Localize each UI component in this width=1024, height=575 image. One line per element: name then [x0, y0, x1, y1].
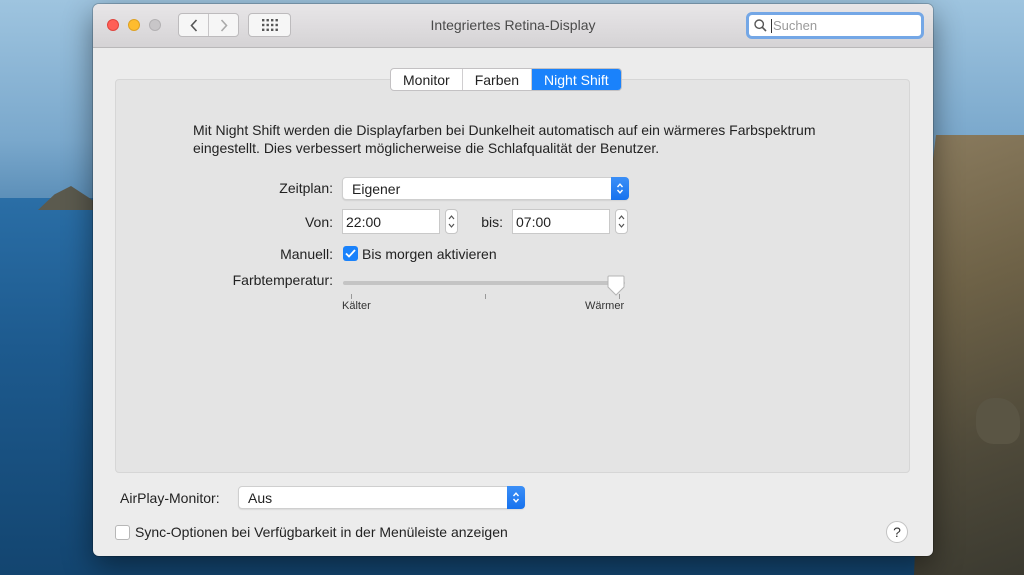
- search-icon: [754, 19, 767, 32]
- checkmark-icon: [345, 249, 356, 258]
- temperature-label: Farbtemperatur:: [232, 272, 333, 288]
- tab-night-shift[interactable]: Night Shift: [531, 69, 621, 90]
- popup-arrows-icon: [507, 486, 525, 509]
- preferences-window: Integriertes Retina-Display Suchen Monit…: [93, 4, 933, 556]
- airplay-label: AirPlay-Monitor:: [120, 490, 220, 506]
- schedule-value: Eigener: [352, 180, 401, 197]
- back-button[interactable]: [179, 14, 208, 36]
- tab-farben[interactable]: Farben: [461, 69, 531, 90]
- from-time-field[interactable]: 22:00: [342, 209, 440, 234]
- close-button[interactable]: [107, 19, 119, 31]
- cooler-label: Kälter: [342, 300, 371, 312]
- zoom-button[interactable]: [149, 19, 161, 31]
- airplay-popup[interactable]: Aus: [238, 486, 525, 509]
- popup-arrows-icon: [611, 177, 629, 200]
- temperature-slider-track[interactable]: [343, 281, 625, 285]
- search-input[interactable]: Suchen: [746, 12, 924, 39]
- to-time-stepper[interactable]: [615, 209, 628, 234]
- manual-label: Manuell:: [280, 246, 333, 262]
- manual-checkbox[interactable]: [343, 246, 358, 261]
- schedule-popup[interactable]: Eigener: [342, 177, 629, 200]
- from-label: Von:: [304, 214, 333, 230]
- stepper-arrows-icon: [618, 215, 625, 228]
- minimize-button[interactable]: [128, 19, 140, 31]
- to-label: bis:: [481, 214, 503, 230]
- to-time-field[interactable]: 07:00: [512, 209, 610, 234]
- forward-button[interactable]: [208, 14, 238, 36]
- wallpaper-rock: [976, 398, 1020, 444]
- airplay-value: Aus: [248, 489, 273, 506]
- window-title: Integriertes Retina-Display: [430, 17, 596, 33]
- grid-icon: [261, 19, 278, 31]
- temperature-slider-knob[interactable]: [607, 275, 625, 297]
- slider-tick: [351, 294, 352, 299]
- chevron-right-icon: [220, 18, 228, 32]
- titlebar: Integriertes Retina-Display Suchen: [93, 4, 933, 48]
- warmer-label: Wärmer: [585, 300, 625, 312]
- slider-tick: [485, 294, 486, 299]
- manual-checkbox-label: Bis morgen aktivieren: [362, 246, 497, 262]
- night-shift-description: Mit Night Shift werden die Displayfarben…: [193, 122, 816, 156]
- tab-bar: Monitor Farben Night Shift: [390, 68, 622, 91]
- help-button[interactable]: ?: [886, 521, 908, 543]
- show-all-button[interactable]: [248, 13, 291, 37]
- schedule-label: Zeitplan:: [279, 180, 333, 196]
- tab-monitor[interactable]: Monitor: [391, 69, 462, 90]
- sync-checkbox-label: Sync-Optionen bei Verfügbarkeit in der M…: [135, 524, 508, 540]
- sync-checkbox[interactable]: [115, 525, 130, 540]
- chevron-left-icon: [189, 18, 197, 32]
- search-placeholder: Suchen: [771, 17, 818, 33]
- nav-buttons: [178, 13, 239, 37]
